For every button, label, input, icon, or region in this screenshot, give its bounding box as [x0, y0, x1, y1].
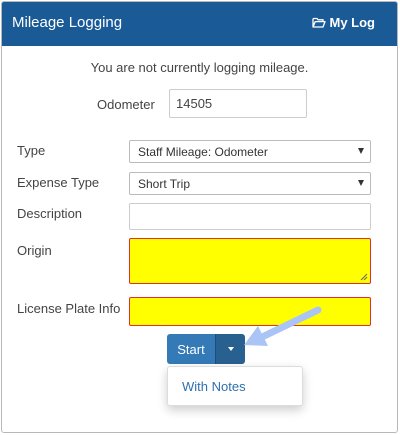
- mileage-logging-panel: Mileage Logging My Log You are not curre…: [1, 1, 398, 433]
- type-label: Type: [17, 143, 46, 158]
- license-plate-label: License Plate Info: [17, 301, 121, 316]
- description-input[interactable]: [129, 203, 371, 230]
- expense-type-select[interactable]: Short Trip: [129, 172, 371, 195]
- resize-grip-icon[interactable]: [360, 273, 368, 281]
- annotation-arrow-icon: [244, 306, 322, 346]
- start-options-menu: With Notes: [167, 366, 303, 406]
- description-label: Description: [17, 206, 83, 221]
- type-select[interactable]: Staff Mileage: Odometer: [129, 140, 371, 163]
- odometer-label: Odometer: [97, 97, 155, 112]
- chevron-down-icon: [358, 180, 364, 186]
- origin-textarea[interactable]: [129, 238, 371, 284]
- expense-type-label: Expense Type: [17, 175, 100, 190]
- expense-type-selected-value: Short Trip: [138, 177, 191, 191]
- caret-down-icon: [228, 347, 234, 351]
- chevron-down-icon: [358, 148, 364, 154]
- type-selected-value: Staff Mileage: Odometer: [138, 145, 268, 159]
- odometer-input[interactable]: [169, 89, 307, 118]
- logging-status-text: You are not currently logging mileage.: [90, 60, 309, 75]
- my-log-label: My Log: [329, 15, 376, 30]
- origin-label: Origin: [17, 243, 52, 258]
- start-button[interactable]: Start: [167, 334, 215, 364]
- my-log-button[interactable]: My Log: [311, 15, 376, 30]
- panel-title: Mileage Logging: [12, 14, 123, 31]
- folder-open-icon: [311, 17, 326, 28]
- menu-item-with-notes[interactable]: With Notes: [182, 379, 246, 394]
- panel-header: Mileage Logging My Log: [2, 2, 397, 46]
